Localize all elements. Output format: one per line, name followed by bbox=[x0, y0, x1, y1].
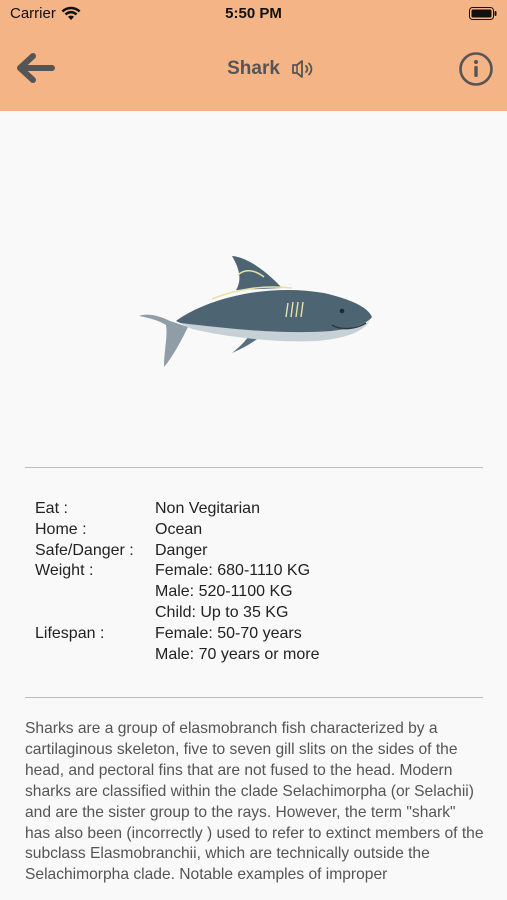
fact-value: Male: 70 years or more bbox=[155, 645, 320, 663]
fact-value: Ocean bbox=[155, 520, 203, 538]
fact-value: Non Vegitarian bbox=[155, 500, 260, 517]
fact-label: Eat : bbox=[35, 500, 68, 517]
fact-label: Weight : bbox=[35, 562, 94, 580]
animal-image-area bbox=[0, 111, 507, 461]
fact-label: Safe/Danger : bbox=[35, 541, 134, 559]
page-title: Shark bbox=[227, 58, 280, 79]
fact-value: Danger bbox=[155, 541, 208, 559]
battery-icon bbox=[469, 7, 497, 25]
info-button[interactable] bbox=[458, 51, 494, 87]
divider-top bbox=[25, 467, 483, 468]
info-icon bbox=[459, 52, 493, 86]
nav-bar: Shark bbox=[0, 28, 507, 111]
animal-description: Sharks are a group of elasmobranch fish … bbox=[25, 720, 484, 884]
fact-value: Female: 680-1110 KG bbox=[155, 562, 311, 580]
fact-value: Child: Up to 35 KG bbox=[155, 603, 289, 621]
fact-label: Home : bbox=[35, 520, 87, 538]
fact-value: Male: 520-1100 KG bbox=[155, 583, 293, 601]
back-button[interactable] bbox=[14, 50, 58, 86]
back-arrow-icon bbox=[17, 53, 55, 83]
status-bar: Carrier 5:50 PM bbox=[0, 0, 507, 28]
divider-bottom bbox=[25, 697, 483, 698]
speaker-icon bbox=[292, 60, 313, 78]
clock-time: 5:50 PM bbox=[225, 5, 282, 22]
shark-illustration bbox=[139, 256, 372, 367]
fact-label: Lifespan : bbox=[35, 624, 105, 642]
fact-value: Female: 50-70 years bbox=[155, 624, 302, 642]
speaker-button[interactable] bbox=[289, 57, 317, 81]
